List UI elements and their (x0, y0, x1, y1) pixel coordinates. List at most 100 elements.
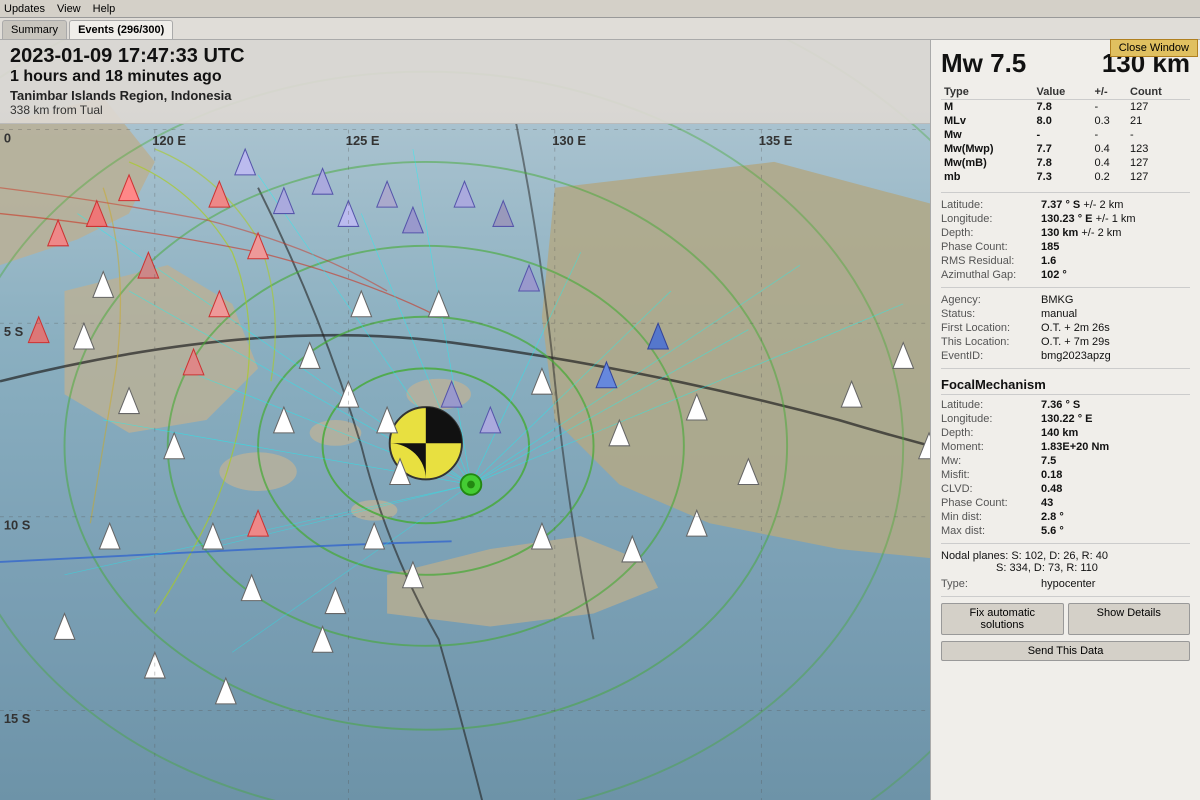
fm-type-value: hypocenter (1041, 578, 1190, 590)
fm-min-dist-value: 2.8 ° (1041, 511, 1190, 523)
latitude-row: Latitude: 7.37 ° S +/- 2 km (941, 199, 1190, 211)
fm-depth-value: 140 km (1041, 427, 1190, 439)
svg-text:125 E: 125 E (346, 133, 380, 148)
col-plusminus: +/- (1091, 85, 1127, 100)
earthquake-timeago: 1 hours and 18 minutes ago (10, 68, 920, 86)
fm-longitude-row: Longitude: 130.22 ° E (941, 413, 1190, 425)
first-location-row: First Location: O.T. + 2m 26s (941, 322, 1190, 334)
svg-text:135 E: 135 E (759, 133, 793, 148)
this-location-value: O.T. + 7m 29s (1041, 336, 1190, 348)
mag-table-row: mb7.30.2127 (941, 170, 1190, 184)
fm-type-label: Type: (941, 578, 1041, 590)
agency-label: Agency: (941, 294, 1041, 306)
fm-clvd-label: CLVD: (941, 483, 1041, 495)
send-data-button[interactable]: Send This Data (941, 641, 1190, 661)
mw-value: Mw 7.5 (941, 48, 1026, 79)
fm-min-dist-row: Min dist: 2.8 ° (941, 511, 1190, 523)
status-value: manual (1041, 308, 1190, 320)
fm-moment-row: Moment: 1.83E+20 Nm (941, 441, 1190, 453)
show-details-button[interactable]: Show Details (1068, 603, 1191, 635)
fm-moment-label: Moment: (941, 441, 1041, 453)
fm-clvd-row: CLVD: 0.48 (941, 483, 1190, 495)
svg-text:15 S: 15 S (4, 711, 31, 726)
fm-misfit-label: Misfit: (941, 469, 1041, 481)
menu-view[interactable]: View (57, 3, 81, 15)
fm-moment-value: 1.83E+20 Nm (1041, 441, 1190, 453)
this-location-row: This Location: O.T. + 7m 29s (941, 336, 1190, 348)
first-location-label: First Location: (941, 322, 1041, 334)
fm-depth-label: Depth: (941, 427, 1041, 439)
this-location-label: This Location: (941, 336, 1041, 348)
fm-misfit-row: Misfit: 0.18 (941, 469, 1190, 481)
status-row: Status: manual (941, 308, 1190, 320)
mag-table-row: Mw(mB)7.80.4127 (941, 156, 1190, 170)
fm-max-dist-value: 5.6 ° (1041, 525, 1190, 537)
fm-longitude-label: Longitude: (941, 413, 1041, 425)
fm-depth-row: Depth: 140 km (941, 427, 1190, 439)
azimuthal-gap-label: Azimuthal Gap: (941, 269, 1041, 281)
col-type: Type (941, 85, 1034, 100)
fm-max-dist-label: Max dist: (941, 525, 1041, 537)
fm-phase-count-row: Phase Count: 43 (941, 497, 1190, 509)
info-panel: Mw 7.5 130 km Type Value +/- Count M7.8-… (930, 40, 1200, 800)
mag-table-row: Mw--- (941, 128, 1190, 142)
action-buttons: Fix automatic solutions Show Details (941, 603, 1190, 635)
svg-text:5 S: 5 S (4, 324, 24, 339)
mag-table-row: MLv8.00.321 (941, 114, 1190, 128)
tab-summary[interactable]: Summary (2, 20, 67, 39)
phase-count-value: 185 (1041, 241, 1190, 253)
rms-label: RMS Residual: (941, 255, 1041, 267)
menu-updates[interactable]: Updates (4, 3, 45, 15)
fm-latitude-value: 7.36 ° S (1041, 399, 1190, 411)
rms-row: RMS Residual: 1.6 (941, 255, 1190, 267)
mag-table-row: Mw(Mwp)7.70.4123 (941, 142, 1190, 156)
longitude-row: Longitude: 130.23 ° E +/- 1 km (941, 213, 1190, 225)
menu-bar: Updates View Help (0, 0, 1200, 18)
first-location-value: O.T. + 2m 26s (1041, 322, 1190, 334)
longitude-label: Longitude: (941, 213, 1041, 225)
send-data-row: Send This Data (941, 641, 1190, 661)
mag-table-row: M7.8-127 (941, 100, 1190, 115)
agency-value: BMKG (1041, 294, 1190, 306)
status-label: Status: (941, 308, 1041, 320)
svg-text:120 E: 120 E (152, 133, 186, 148)
rms-value: 1.6 (1041, 255, 1190, 267)
fm-phase-count-label: Phase Count: (941, 497, 1041, 509)
magnitude-table: Type Value +/- Count M7.8-127MLv8.00.321… (941, 85, 1190, 184)
fm-clvd-value: 0.48 (1041, 483, 1190, 495)
fm-misfit-value: 0.18 (1041, 469, 1190, 481)
fm-min-dist-label: Min dist: (941, 511, 1041, 523)
col-value: Value (1034, 85, 1092, 100)
agency-row: Agency: BMKG (941, 294, 1190, 306)
tab-bar: Summary Events (296/300) Close Window (0, 18, 1200, 40)
depth-row: Depth: 130 km +/- 2 km (941, 227, 1190, 239)
fm-mw-value: 7.5 (1041, 455, 1190, 467)
event-id-value: bmg2023apzg (1041, 350, 1190, 362)
tab-events[interactable]: Events (296/300) (69, 20, 173, 39)
phase-count-row: Phase Count: 185 (941, 241, 1190, 253)
fm-latitude-label: Latitude: (941, 399, 1041, 411)
earthquake-distance: 338 km from Tual (10, 103, 920, 117)
close-window-button[interactable]: Close Window (1110, 39, 1198, 57)
event-id-row: EventID: bmg2023apzg (941, 350, 1190, 362)
fm-phase-count-value: 43 (1041, 497, 1190, 509)
fm-mw-row: Mw: 7.5 (941, 455, 1190, 467)
main-content: 2023-01-09 17:47:33 UTC 1 hours and 18 m… (0, 40, 1200, 800)
fm-longitude-value: 130.22 ° E (1041, 413, 1190, 425)
longitude-value: 130.23 ° E +/- 1 km (1041, 213, 1190, 225)
svg-text:130 E: 130 E (552, 133, 586, 148)
svg-text:10 S: 10 S (4, 518, 31, 533)
fix-solutions-button[interactable]: Fix automatic solutions (941, 603, 1064, 635)
fm-latitude-row: Latitude: 7.36 ° S (941, 399, 1190, 411)
depth-display: 130 km +/- 2 km (1041, 227, 1190, 239)
depth-label: Depth: (941, 227, 1041, 239)
earthquake-location: Tanimbar Islands Region, Indonesia (10, 88, 920, 103)
menu-help[interactable]: Help (93, 3, 116, 15)
nodal-planes-text: Nodal planes: S: 102, D: 26, R: 40 S: 33… (941, 550, 1190, 574)
azimuthal-gap-value: 102 ° (1041, 269, 1190, 281)
fm-type-row: Type: hypocenter (941, 578, 1190, 590)
phase-count-label: Phase Count: (941, 241, 1041, 253)
latitude-label: Latitude: (941, 199, 1041, 211)
event-id-label: EventID: (941, 350, 1041, 362)
fm-mw-label: Mw: (941, 455, 1041, 467)
